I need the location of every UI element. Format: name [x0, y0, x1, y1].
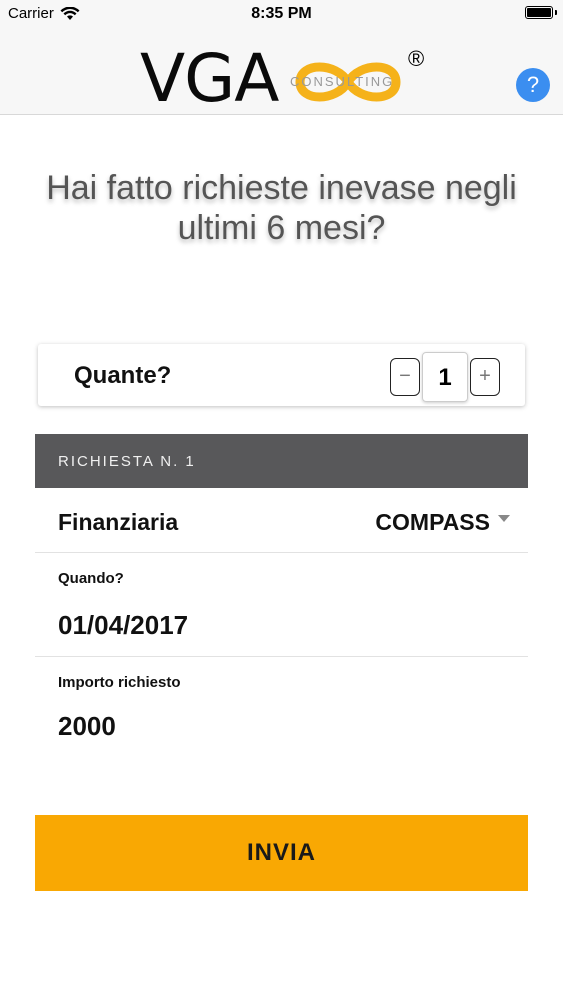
decrement-button[interactable]: −	[390, 358, 420, 396]
increment-button[interactable]: +	[470, 358, 500, 396]
brand-logo: VGA CONSULTING ®	[140, 46, 440, 116]
help-icon: ?	[526, 72, 540, 97]
request-section-header: RICHIESTA N. 1	[35, 434, 528, 488]
chevron-down-icon	[498, 515, 510, 522]
logo-text: VGA	[140, 40, 279, 117]
submit-button[interactable]: INVIA	[35, 815, 528, 891]
amount-label: Importo richiesto	[58, 674, 181, 691]
registered-mark: ®	[408, 46, 425, 71]
quantity-label: Quante?	[74, 362, 172, 389]
amount-value: 2000	[58, 711, 116, 741]
date-label: Quando?	[58, 570, 124, 587]
amount-field[interactable]: Importo richiesto 2000	[35, 657, 528, 757]
logo-subtext: CONSULTING	[290, 74, 395, 89]
request-section-title: RICHIESTA N. 1	[58, 453, 196, 470]
battery-cap	[555, 10, 557, 15]
finanziaria-value: COMPASS	[375, 509, 490, 535]
finanziaria-select[interactable]: Finanziaria COMPASS	[35, 488, 528, 553]
quantity-value[interactable]: 1	[422, 352, 468, 402]
quantity-card: Quante? − 1 +	[38, 344, 525, 406]
date-value: 01/04/2017	[58, 610, 189, 640]
finanziaria-label: Finanziaria	[58, 509, 179, 535]
nav-bar: VGA CONSULTING ® ?	[0, 28, 563, 115]
quantity-stepper: − 1 +	[390, 352, 500, 402]
date-field[interactable]: Quando? 01/04/2017	[35, 553, 528, 657]
question-title: Hai fatto richieste inevase negli ultimi…	[46, 169, 517, 247]
status-time: 8:35 PM	[251, 5, 312, 22]
help-button[interactable]: ?	[516, 68, 550, 102]
status-bar: Carrier 8:35 PM	[0, 0, 563, 28]
battery-icon	[525, 6, 553, 19]
